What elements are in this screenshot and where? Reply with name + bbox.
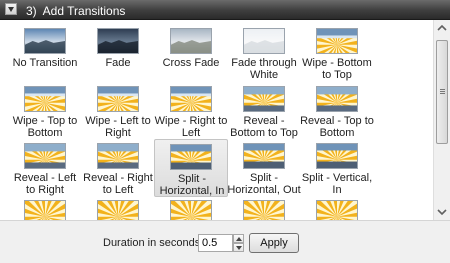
transition-label: Fade through White (231, 57, 297, 81)
transition-label: Wipe - Bottom to Top (302, 57, 372, 81)
transition-label: Fade (105, 57, 131, 69)
transition-item[interactable]: Wipe - Left to Right (81, 82, 155, 140)
transition-thumbnail (24, 143, 66, 169)
transition-thumbnail (24, 200, 66, 220)
grip-line (440, 93, 445, 94)
transition-label: No Transition (12, 57, 78, 69)
section-title: 3) Add Transitions (26, 4, 126, 18)
transition-label: Reveal - Right to Left (83, 172, 153, 196)
duration-label: Duration in seconds: (103, 237, 204, 249)
transition-item[interactable]: Split - Vertical, In (300, 139, 374, 197)
spin-down-arrow-icon (236, 246, 242, 250)
transition-item[interactable]: Fade through White (227, 24, 301, 82)
transition-item[interactable]: Reveal - Top to Bottom (300, 82, 374, 140)
scroll-down-arrow-icon (437, 209, 447, 216)
transition-item[interactable] (81, 196, 155, 220)
transition-label: Split - Vertical, In (301, 172, 373, 196)
transition-item[interactable]: Split - Horizontal, Out (227, 139, 301, 197)
transition-thumbnail (243, 86, 285, 112)
transition-item[interactable]: Wipe - Right to Left (154, 82, 228, 140)
scroll-up-arrow-icon (437, 24, 447, 31)
transition-thumbnail (170, 28, 212, 54)
transition-label: Split - Horizontal, Out (227, 172, 301, 196)
transition-label: Reveal - Left to Right (13, 172, 77, 196)
transition-item[interactable]: Wipe - Bottom to Top (300, 24, 374, 82)
grip-line (440, 91, 445, 92)
spin-up-button[interactable] (233, 234, 244, 243)
collapse-toggle[interactable] (5, 3, 17, 15)
transition-thumbnail (243, 28, 285, 54)
transition-thumbnail (24, 86, 66, 112)
transition-item[interactable]: Wipe - Top to Bottom (8, 82, 82, 140)
transition-item[interactable]: Reveal - Right to Left (81, 139, 155, 197)
transition-thumbnail (97, 86, 139, 112)
transition-label: Wipe - Right to Left (154, 115, 228, 139)
transition-item[interactable] (227, 196, 301, 220)
transition-thumbnail (170, 144, 212, 170)
duration-spinner[interactable] (233, 234, 244, 252)
transition-thumbnail (316, 143, 358, 169)
transition-label: Cross Fade (162, 57, 220, 69)
vertical-scrollbar[interactable] (433, 20, 450, 220)
transition-thumbnail (97, 28, 139, 54)
transition-label: Split - Horizontal, In (159, 173, 225, 197)
spin-up-arrow-icon (236, 237, 242, 241)
triangle-collapse-icon (8, 7, 14, 12)
transition-item[interactable]: Split - Horizontal, In (154, 139, 228, 197)
transition-label: Reveal - Top to Bottom (300, 115, 374, 139)
transition-thumbnail (24, 28, 66, 54)
transition-thumbnail (170, 200, 212, 220)
transition-thumbnail (170, 86, 212, 112)
transition-label: Reveal - Bottom to Top (230, 115, 298, 139)
transition-thumbnail (316, 86, 358, 112)
apply-button[interactable]: Apply (249, 233, 299, 253)
duration-input[interactable] (198, 234, 233, 252)
section-header[interactable]: 3) Add Transitions (0, 0, 450, 20)
transition-item[interactable]: Fade (81, 24, 155, 82)
transition-thumbnail (243, 143, 285, 169)
transition-item[interactable] (300, 196, 374, 220)
transition-thumbnail (316, 28, 358, 54)
transition-label: Wipe - Left to Right (85, 115, 151, 139)
duration-footer: Duration in seconds: Apply (0, 220, 450, 263)
scroll-down-button[interactable] (434, 204, 450, 220)
transition-item[interactable]: Reveal - Bottom to Top (227, 82, 301, 140)
scroll-up-button[interactable] (434, 20, 450, 36)
transition-item[interactable]: No Transition (8, 24, 82, 82)
transition-item[interactable]: Cross Fade (154, 24, 228, 82)
spin-down-button[interactable] (233, 243, 244, 252)
transition-label: Wipe - Top to Bottom (12, 115, 78, 139)
transition-item[interactable] (8, 196, 82, 220)
grip-line (440, 89, 445, 90)
transition-item[interactable]: Reveal - Left to Right (8, 139, 82, 197)
transition-thumbnail (243, 200, 285, 220)
transition-thumbnail (97, 143, 139, 169)
transition-item[interactable] (154, 196, 228, 220)
transition-thumbnail (97, 200, 139, 220)
transition-thumbnail (316, 200, 358, 220)
scroll-thumb[interactable] (436, 40, 448, 144)
transition-gallery: No Transition Fade Cross Fade Fade throu… (0, 20, 433, 220)
